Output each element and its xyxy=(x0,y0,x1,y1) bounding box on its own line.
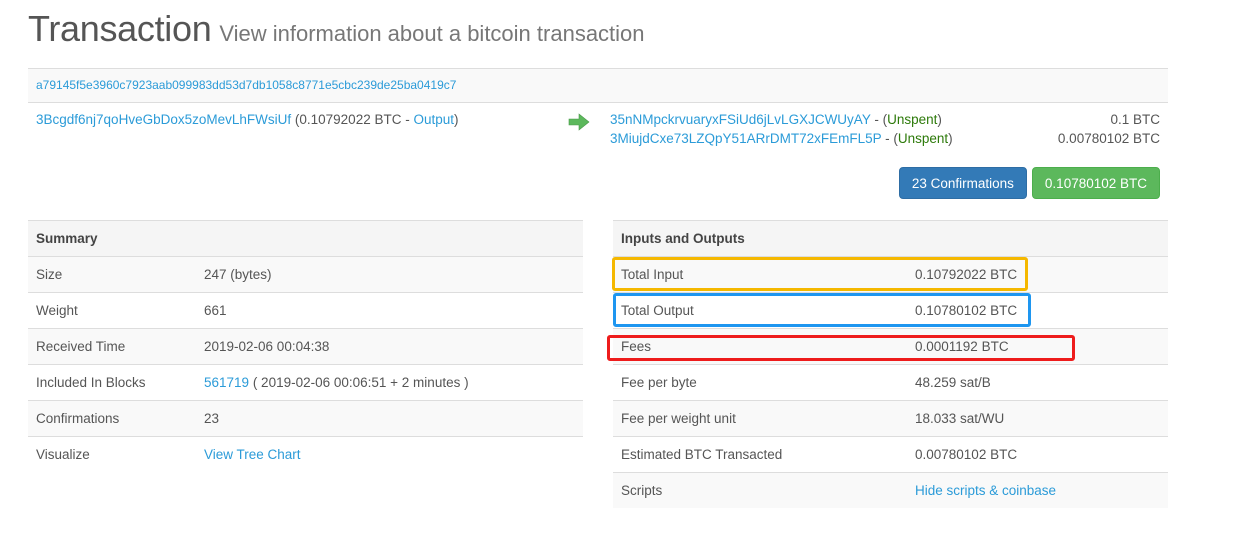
tx-hash-row: a79145f5e3960c7923aab099983dd53d7db1058c… xyxy=(28,68,1168,102)
view-tree-chart-link[interactable]: View Tree Chart xyxy=(204,447,301,462)
table-row: Fees 0.0001192 BTC xyxy=(613,328,1168,365)
output-status: Unspent xyxy=(887,112,938,127)
page-subtitle: View information about a bitcoin transac… xyxy=(219,21,645,46)
row-label: Weight xyxy=(28,292,196,329)
row-label: Scripts xyxy=(613,472,907,508)
output-address-link[interactable]: 35nNMpckrvuaryxFSiUd6jLvLGXJCWUyAY xyxy=(610,112,871,127)
output-amount: 0.1 BTC xyxy=(1110,112,1160,127)
summary-panel: Summary Size 247 (bytes) Weight 661 Rece… xyxy=(28,220,583,472)
row-value: 247 (bytes) xyxy=(196,256,583,293)
row-label: Confirmations xyxy=(28,400,196,437)
arrow-right-icon xyxy=(568,113,590,131)
table-row: Fee per byte 48.259 sat/B xyxy=(613,364,1168,401)
output-item: 3MiujdCxe73LZQpY51ARrDMT72xFEmFL5P - (Un… xyxy=(610,131,1160,150)
row-value: 18.033 sat/WU xyxy=(907,400,1168,437)
output-status: Unspent xyxy=(897,131,949,146)
hide-scripts-link[interactable]: Hide scripts & coinbase xyxy=(915,483,1056,498)
outputs-list: 35nNMpckrvuaryxFSiUd6jLvLGXJCWUyAY - (Un… xyxy=(610,112,1160,199)
output-separator: - ( xyxy=(870,112,888,127)
table-row: Confirmations 23 xyxy=(28,400,583,437)
input-output-link[interactable]: Output xyxy=(413,112,454,127)
table-row: Total Input 0.10792022 BTC xyxy=(613,256,1168,293)
row-label: Fees xyxy=(613,328,907,365)
table-row: Estimated BTC Transacted 0.00780102 BTC xyxy=(613,436,1168,473)
page-header: Transaction View information about a bit… xyxy=(28,8,645,50)
row-value: 23 xyxy=(196,400,583,437)
input-amount: (0.10792022 BTC - xyxy=(294,112,414,127)
row-value: 0.0001192 BTC xyxy=(907,328,1168,365)
row-label: Estimated BTC Transacted xyxy=(613,436,907,473)
row-label: Included In Blocks xyxy=(28,364,196,401)
row-value: 0.00780102 BTC xyxy=(907,436,1168,473)
output-amount: 0.00780102 BTC xyxy=(1057,131,1160,146)
table-row: Total Output 0.10780102 BTC xyxy=(613,292,1168,329)
output-separator: - ( xyxy=(881,131,898,146)
table-row: Fee per weight unit 18.033 sat/WU xyxy=(613,400,1168,437)
output-separator: ) xyxy=(948,131,953,146)
row-label: Fee per weight unit xyxy=(613,400,907,437)
output-item: 35nNMpckrvuaryxFSiUd6jLvLGXJCWUyAY - (Un… xyxy=(610,112,1160,131)
summary-table: Summary Size 247 (bytes) Weight 661 Rece… xyxy=(28,220,583,472)
output-address-link[interactable]: 3MiujdCxe73LZQpY51ARrDMT72xFEmFL5P xyxy=(610,131,881,146)
row-label: Total Output xyxy=(613,292,907,329)
row-label: Size xyxy=(28,256,196,293)
page-title: Transaction xyxy=(28,8,212,49)
row-value: Hide scripts & coinbase xyxy=(907,472,1168,508)
row-value: 0.10792022 BTC xyxy=(907,256,1168,293)
table-row: Received Time 2019-02-06 00:04:38 xyxy=(28,328,583,365)
row-label: Fee per byte xyxy=(613,364,907,401)
row-value: 2019-02-06 00:04:38 xyxy=(196,328,583,365)
tx-io-row: 3Bcgdf6nj7qoHveGbDox5zoMevLhFWsiUf (0.10… xyxy=(28,102,1168,223)
row-value: 48.259 sat/B xyxy=(907,364,1168,401)
row-value: View Tree Chart xyxy=(196,436,583,472)
transaction-box: a79145f5e3960c7923aab099983dd53d7db1058c… xyxy=(28,68,1168,223)
inputs-outputs-panel: Inputs and Outputs Total Input 0.1079202… xyxy=(613,220,1168,508)
table-row: Scripts Hide scripts & coinbase xyxy=(613,472,1168,508)
confirmations-badge[interactable]: 23 Confirmations xyxy=(898,167,1027,199)
table-row: Included In Blocks 561719 ( 2019-02-06 0… xyxy=(28,364,583,401)
table-row: Visualize View Tree Chart xyxy=(28,436,583,472)
output-separator: ) xyxy=(937,112,942,127)
block-time: ( 2019-02-06 00:06:51 + 2 minutes ) xyxy=(249,375,469,390)
input-suffix: ) xyxy=(454,112,459,127)
badges: 23 Confirmations 0.10780102 BTC xyxy=(898,167,1160,199)
row-value: 0.10780102 BTC xyxy=(907,292,1168,329)
row-label: Visualize xyxy=(28,436,196,472)
row-value: 661 xyxy=(196,292,583,329)
tx-hash-link[interactable]: a79145f5e3960c7923aab099983dd53d7db1058c… xyxy=(36,78,456,92)
row-label: Total Input xyxy=(613,256,907,293)
row-label: Received Time xyxy=(28,328,196,365)
row-value: 561719 ( 2019-02-06 00:06:51 + 2 minutes… xyxy=(196,364,583,401)
input-address-link[interactable]: 3Bcgdf6nj7qoHveGbDox5zoMevLhFWsiUf xyxy=(36,112,291,127)
block-link[interactable]: 561719 xyxy=(204,375,249,390)
inputs-outputs-heading: Inputs and Outputs xyxy=(613,220,1168,257)
table-row: Size 247 (bytes) xyxy=(28,256,583,293)
total-amount-badge[interactable]: 0.10780102 BTC xyxy=(1031,167,1160,199)
summary-heading: Summary xyxy=(28,220,583,257)
table-row: Weight 661 xyxy=(28,292,583,329)
inputs-outputs-table: Inputs and Outputs Total Input 0.1079202… xyxy=(613,220,1168,508)
input-line: 3Bcgdf6nj7qoHveGbDox5zoMevLhFWsiUf (0.10… xyxy=(36,112,459,127)
